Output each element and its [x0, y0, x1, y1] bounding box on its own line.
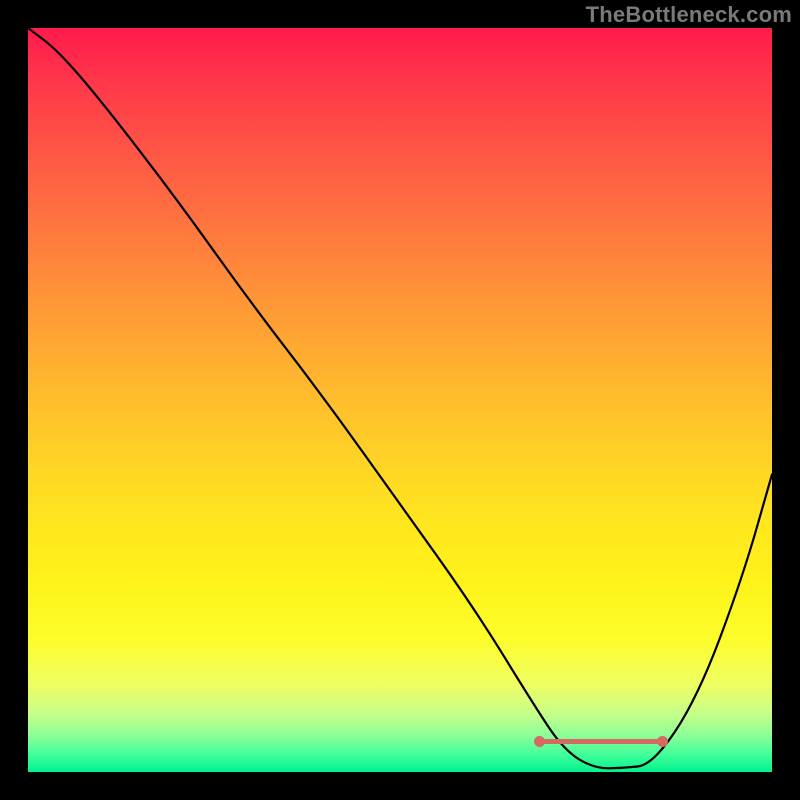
chart-frame: TheBottleneck.com: [0, 0, 800, 800]
marker-dot: [657, 736, 668, 747]
marker-bar: [539, 739, 663, 744]
optimal-range-marker: [534, 736, 668, 748]
watermark-text: TheBottleneck.com: [586, 2, 792, 28]
plot-area: [28, 28, 772, 772]
bottleneck-curve: [28, 28, 772, 772]
